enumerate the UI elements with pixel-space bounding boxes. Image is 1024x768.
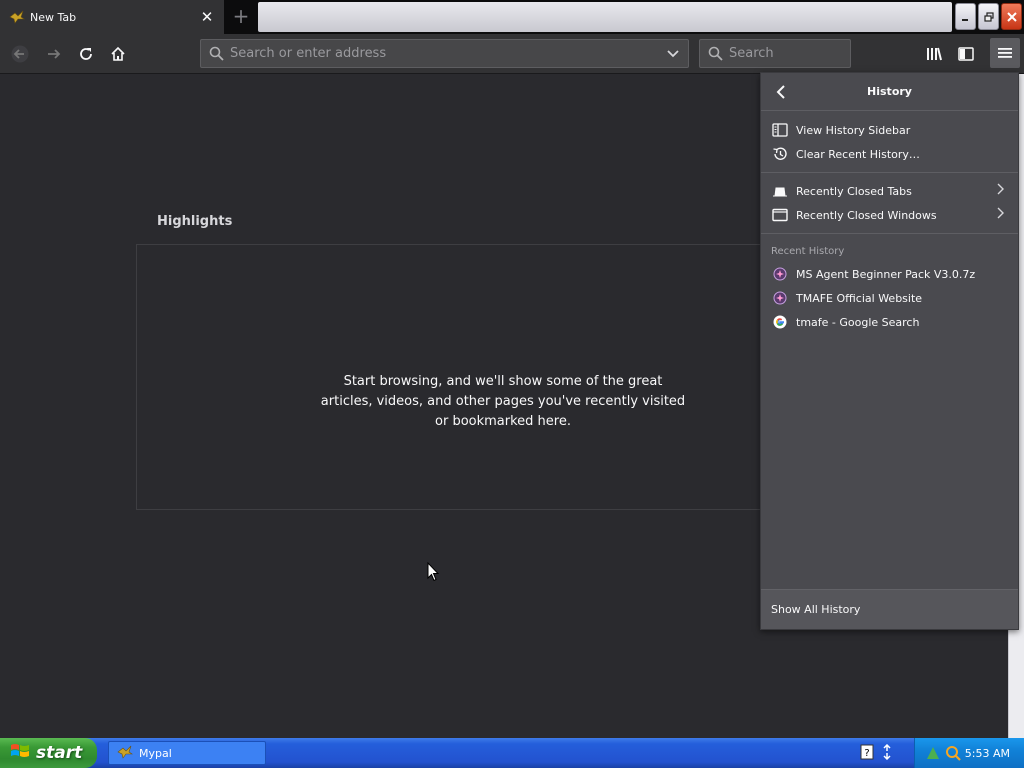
nav-toolbar: Search or enter address Search bbox=[0, 34, 1024, 74]
help-icon[interactable]: ? bbox=[860, 744, 874, 764]
home-icon[interactable] bbox=[104, 40, 132, 68]
recently-closed-windows-item[interactable]: Recently Closed Windows bbox=[761, 203, 1018, 227]
screen: New Tab ✕ + Search or enter address Sear… bbox=[0, 0, 1024, 768]
svg-text:?: ? bbox=[864, 748, 869, 759]
chevron-right-icon bbox=[996, 183, 1004, 198]
title-bar bbox=[258, 2, 952, 32]
network-arrows-icon[interactable] bbox=[880, 743, 894, 764]
tab-strip: New Tab ✕ + bbox=[0, 0, 1024, 34]
sidebar-icon bbox=[771, 122, 789, 138]
tab-new-tab[interactable]: New Tab ✕ bbox=[0, 0, 224, 34]
view-history-sidebar-label: View History Sidebar bbox=[796, 123, 911, 137]
chevron-down-icon[interactable] bbox=[666, 49, 680, 59]
clear-recent-history-label: Clear Recent History… bbox=[796, 147, 920, 161]
mypal-favicon-icon bbox=[8, 9, 26, 25]
windows-flag-icon bbox=[10, 742, 30, 764]
recent-history-label: tmafe - Google Search bbox=[796, 315, 920, 329]
highlights-heading: Highlights bbox=[157, 214, 233, 229]
site-favicon-icon bbox=[771, 266, 789, 282]
site-favicon-icon bbox=[771, 290, 789, 306]
start-button[interactable]: start bbox=[0, 738, 97, 768]
show-all-history-button[interactable]: Show All History bbox=[761, 589, 1018, 629]
address-placeholder: Search or enter address bbox=[230, 46, 387, 61]
history-panel-title: History bbox=[867, 85, 912, 98]
show-all-history-label: Show All History bbox=[771, 603, 861, 616]
separator bbox=[761, 233, 1018, 234]
chevron-right-icon bbox=[996, 207, 1004, 222]
minimize-button[interactable] bbox=[955, 3, 976, 30]
start-label: start bbox=[36, 743, 83, 763]
search-icon bbox=[708, 46, 723, 61]
tab-icon bbox=[771, 183, 789, 199]
tray-search-icon[interactable] bbox=[945, 745, 961, 761]
mouse-cursor-icon bbox=[427, 561, 440, 586]
view-history-sidebar-item[interactable]: View History Sidebar bbox=[761, 118, 1018, 142]
window-icon bbox=[771, 207, 789, 223]
tab-title: New Tab bbox=[30, 10, 77, 24]
google-icon bbox=[771, 314, 789, 330]
history-panel: History View History Sidebar Clear Recen… bbox=[760, 72, 1019, 630]
system-tray: 5:53 AM bbox=[914, 738, 1024, 768]
new-tab-plus-icon[interactable]: + bbox=[230, 4, 252, 28]
search-placeholder: Search bbox=[729, 46, 774, 61]
back-icon[interactable] bbox=[6, 40, 34, 68]
history-clock-icon bbox=[771, 146, 789, 162]
restore-button[interactable] bbox=[978, 3, 999, 30]
clear-recent-history-item[interactable]: Clear Recent History… bbox=[761, 142, 1018, 166]
recent-history-label: TMAFE Official Website bbox=[796, 291, 923, 305]
recent-history-item[interactable]: MS Agent Beginner Pack V3.0.7z bbox=[761, 262, 1018, 286]
separator bbox=[761, 172, 1018, 173]
recent-history-label: MS Agent Beginner Pack V3.0.7z bbox=[796, 267, 976, 281]
highlights-empty-message: Start browsing, and we'll show some of t… bbox=[320, 374, 686, 429]
recent-history-item[interactable]: tmafe - Google Search bbox=[761, 310, 1018, 334]
taskbar: start Mypal ? 5:53 AM bbox=[0, 738, 1024, 768]
taskbar-item-label: Mypal bbox=[139, 746, 172, 760]
sidebar-toggle-icon[interactable] bbox=[952, 40, 980, 68]
recent-history-item[interactable]: TMAFE Official Website bbox=[761, 286, 1018, 310]
reload-icon[interactable] bbox=[72, 40, 100, 68]
recently-closed-windows-label: Recently Closed Windows bbox=[796, 208, 937, 222]
address-bar[interactable]: Search or enter address bbox=[200, 39, 689, 68]
close-tab-icon[interactable]: ✕ bbox=[198, 8, 216, 26]
search-icon bbox=[209, 46, 224, 61]
tray-app-icon[interactable] bbox=[925, 745, 941, 761]
taskbar-item-mypal[interactable]: Mypal bbox=[108, 741, 266, 765]
forward-icon[interactable] bbox=[40, 40, 68, 68]
hamburger-menu-button[interactable] bbox=[990, 38, 1020, 68]
history-panel-header: History bbox=[761, 73, 1018, 111]
recently-closed-tabs-label: Recently Closed Tabs bbox=[796, 184, 912, 198]
system-icons: ? bbox=[860, 743, 894, 764]
recent-history-heading: Recent History bbox=[771, 245, 845, 257]
recently-closed-tabs-item[interactable]: Recently Closed Tabs bbox=[761, 179, 1018, 203]
close-window-button[interactable] bbox=[1001, 3, 1022, 30]
clock: 5:53 AM bbox=[964, 746, 1010, 760]
mypal-favicon-icon bbox=[117, 745, 133, 762]
search-bar[interactable]: Search bbox=[699, 39, 851, 68]
library-icon[interactable] bbox=[920, 40, 948, 68]
